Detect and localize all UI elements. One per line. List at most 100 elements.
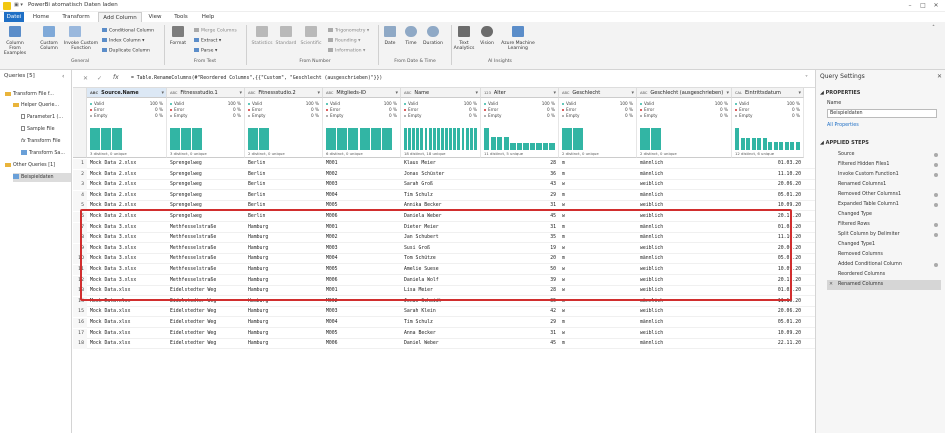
histogram-bar[interactable] [416,128,420,150]
histogram-bar[interactable] [779,142,784,150]
table-row[interactable]: 4 Mock Data 2.xlsx Sprengelweg Berlin M004 Ti… [73,190,815,201]
filter-dropdown-icon[interactable]: ▾ [553,88,556,97]
table-cell[interactable]: Mock Data.xlsx [87,329,167,339]
histogram-bar[interactable] [449,128,453,150]
table-cell[interactable]: Sarah Groß [401,180,481,190]
table-cell[interactable]: 43 [481,180,559,190]
table-cell[interactable]: Sprengelweg [167,170,245,180]
applied-step[interactable]: Added Conditional Column [827,260,941,270]
table-cell[interactable]: Anna Becker [401,329,481,339]
table-cell[interactable]: m [559,191,637,201]
quick-access-icons[interactable]: ▣ ▾ [14,2,23,8]
table-cell[interactable]: Hamburg [245,307,323,317]
step-settings-gear-icon[interactable] [934,263,938,267]
histogram-bar[interactable] [795,142,800,150]
cancel-formula-icon[interactable]: ✕ [83,75,88,82]
column-histogram[interactable] [90,128,163,150]
table-cell[interactable]: 36 [481,170,559,180]
table-cell[interactable]: männlich [637,159,732,169]
table-cell[interactable]: Sprengelweg [167,180,245,190]
table-cell[interactable]: 42 [481,307,559,317]
query-item[interactable]: Beispieldaten [13,173,71,182]
histogram-bar[interactable] [746,137,751,150]
custom-column-icon[interactable] [43,26,55,37]
table-cell[interactable]: Sprengelweg [167,159,245,169]
histogram-bar[interactable] [784,142,789,150]
histogram-bar[interactable] [523,143,529,150]
index-column-button[interactable]: Index Column ▾ [102,38,144,44]
applied-step[interactable]: Renamed Columns1 [827,180,941,190]
tab-home[interactable]: Home [28,12,54,22]
histogram-bar[interactable] [112,128,123,150]
column-header[interactable]: CAL Eintrittsdatum ▾ [732,88,804,98]
merge-columns-button[interactable]: Merge Columns [194,28,237,34]
histogram-bar[interactable] [461,128,465,150]
column-type-icon[interactable]: ABC [404,91,411,95]
table-cell[interactable]: 05.01.20 [732,318,804,328]
table-cell[interactable]: Daniel Weber [401,339,481,349]
table-cell[interactable]: Eidelstedter Weg [167,318,245,328]
table-cell[interactable]: Mock Data 2.xlsx [87,191,167,201]
duplicate-column-button[interactable]: Duplicate Column [102,48,150,54]
histogram-bar[interactable] [465,128,469,150]
delete-step-icon[interactable]: ✕ [829,280,833,290]
histogram-bar[interactable] [484,128,490,150]
filter-dropdown-icon[interactable]: ▾ [161,88,164,97]
table-cell[interactable]: Tim Schulz [401,318,481,328]
table-cell[interactable]: M001 [323,159,401,169]
histogram-bar[interactable] [441,128,444,150]
query-item[interactable]: fx Transform File [21,137,60,146]
histogram-bar[interactable] [90,128,100,150]
histogram-bar[interactable] [259,128,270,150]
filter-dropdown-icon[interactable]: ▾ [395,88,398,97]
applied-step[interactable]: Removed Columns [827,250,941,260]
scientific-icon[interactable] [305,26,317,37]
column-type-icon[interactable]: ABC [640,91,647,95]
query-item[interactable]: Sample File [21,125,55,134]
histogram-bar[interactable] [101,128,112,150]
step-settings-gear-icon[interactable] [934,193,938,197]
histogram-bar[interactable] [412,128,416,150]
applied-step[interactable]: Invoke Custom Function1 [827,170,941,180]
table-cell[interactable]: männlich [637,170,732,180]
column-header[interactable]: ABC Fitnessstudio.2 ▾ [245,88,323,98]
histogram-bar[interactable] [473,128,477,150]
vision-icon[interactable] [481,26,493,37]
table-cell[interactable]: Hamburg [245,339,323,349]
filter-dropdown-icon[interactable]: ▾ [317,88,320,97]
table-cell[interactable]: Jonas Schüster [401,170,481,180]
column-header[interactable]: ABC Geschlecht ▾ [559,88,637,98]
azure-ml-icon[interactable] [512,26,524,37]
table-cell[interactable]: 20.06.20 [732,307,804,317]
column-type-icon[interactable]: CAL [735,91,742,95]
table-cell[interactable]: 10.09.20 [732,329,804,339]
column-header[interactable]: ABC Mitglieds-ID ▾ [323,88,401,98]
histogram-bar[interactable] [326,128,336,150]
histogram-bar[interactable] [382,128,392,150]
table-cell[interactable]: M002 [323,170,401,180]
histogram-bar[interactable] [457,128,461,150]
time-button[interactable]: Time [401,41,421,46]
histogram-bar[interactable] [420,128,424,150]
column-type-icon[interactable]: ABC [248,91,255,95]
table-cell[interactable]: m [559,318,637,328]
table-cell[interactable]: männlich [637,191,732,201]
confirm-formula-icon[interactable]: ✓ [97,75,102,82]
histogram-bar[interactable] [503,136,509,150]
rounding-button[interactable]: Rounding ▾ [328,38,360,44]
histogram-bar[interactable] [516,143,523,150]
table-cell[interactable]: 29 [481,191,559,201]
conditional-column-button[interactable]: Conditional Column [102,28,154,34]
histogram-bar[interactable] [469,128,473,150]
standard-button[interactable]: Standard [274,41,298,46]
maximize-icon[interactable]: □ [918,2,928,9]
applied-step[interactable]: Source [827,150,941,160]
table-cell[interactable]: m [559,339,637,349]
column-histogram[interactable] [735,128,800,150]
histogram-bar[interactable] [751,137,756,150]
duration-button[interactable]: Duration [420,41,446,46]
table-cell[interactable]: 45 [481,339,559,349]
histogram-bar[interactable] [768,142,773,150]
applied-step[interactable]: Split Column by Delimiter [827,230,941,240]
table-cell[interactable]: M004 [323,318,401,328]
